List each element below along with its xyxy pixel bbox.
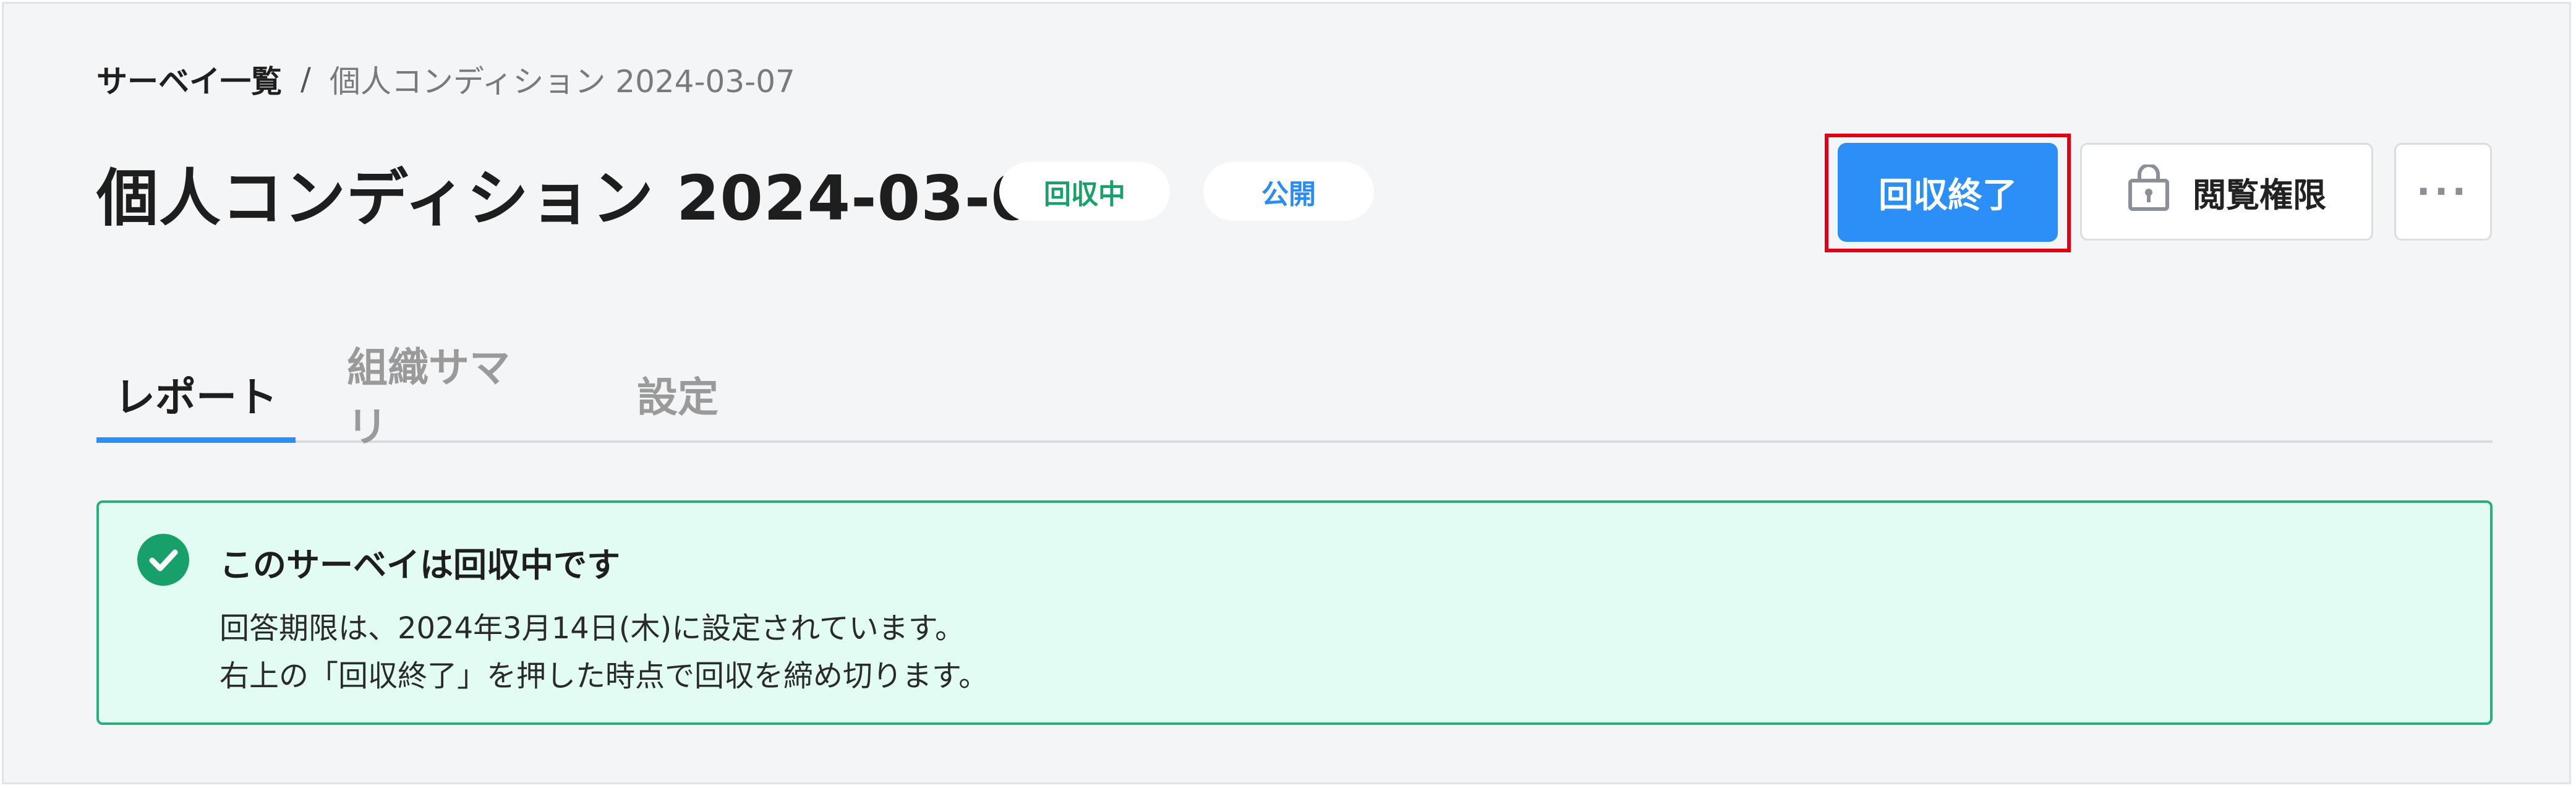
breadcrumb-link-survey-list[interactable]: サーベイ一覧	[96, 57, 282, 101]
lock-icon	[2127, 163, 2170, 220]
tab-settings[interactable]: 設定	[625, 347, 730, 440]
breadcrumb-current: 個人コンディション 2024-03-07	[329, 64, 795, 100]
breadcrumb-separator: /	[301, 61, 311, 97]
collection-status-notice: このサーベイは回収中です 回答期限は、2024年3月14日(木)に設定されていま…	[96, 500, 2493, 725]
status-badge: 回収中	[999, 162, 1170, 221]
close-collection-button[interactable]: 回収終了	[1838, 143, 2058, 242]
check-circle-icon	[137, 534, 189, 586]
view-permission-button[interactable]: 閲覧権限	[2080, 143, 2373, 241]
page-container: サーベイ一覧 / 個人コンディション 2024-03-07 個人コンディション …	[2, 2, 2571, 784]
notice-deadline-text: 回答期限は、2024年3月14日(木)に設定されています。	[220, 611, 965, 646]
tab-bar: レポート 組織サマリ 設定	[96, 344, 2493, 451]
notice-instruction-text: 右上の「回収終了」を押した時点で回収を締め切ります。	[220, 659, 989, 693]
visibility-badge: 公開	[1203, 162, 1374, 221]
view-permission-label: 閲覧権限	[2193, 175, 2326, 215]
close-collection-label: 回収終了	[1879, 175, 2017, 216]
page-title: 個人コンディション 2024-03-07	[96, 161, 1078, 234]
notice-title: このサーベイは回収中です	[220, 545, 620, 585]
tab-report[interactable]: レポート	[96, 347, 296, 443]
tab-organization-summary[interactable]: 組織サマリ	[347, 344, 545, 451]
more-button[interactable]: ···	[2394, 143, 2492, 241]
breadcrumb: サーベイ一覧 / 個人コンディション 2024-03-07	[96, 61, 795, 100]
more-icon: ···	[2416, 170, 2470, 213]
